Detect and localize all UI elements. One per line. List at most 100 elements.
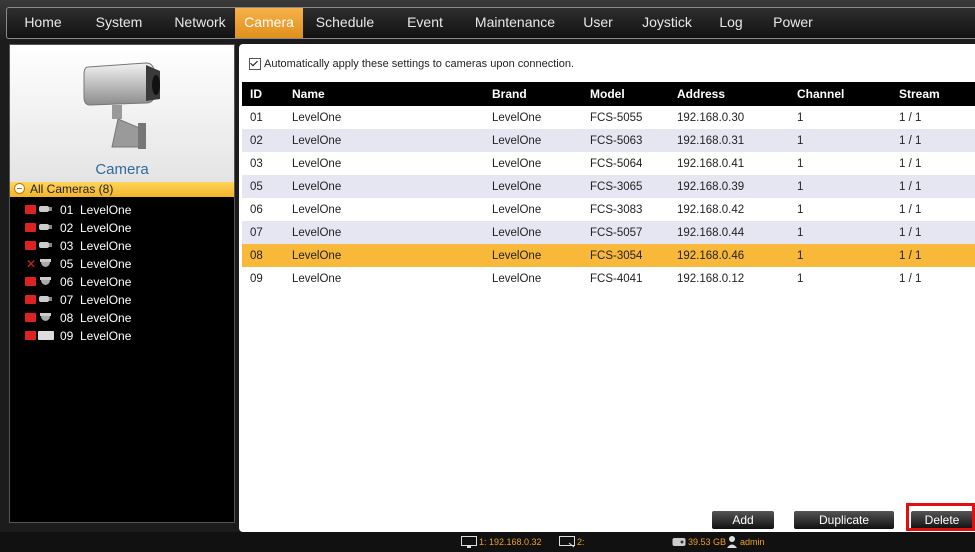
camera-id: 07 — [60, 293, 74, 307]
column-header-brand[interactable]: Brand — [484, 82, 582, 106]
menu-log[interactable]: Log — [711, 8, 751, 38]
collapse-icon[interactable] — [14, 183, 25, 194]
camera-tree-item[interactable]: 06 LevelOne — [10, 273, 234, 291]
camera-list: 01 LevelOne 02 LevelOne 03 LevelOne ✕ 05… — [10, 201, 234, 345]
camera-tree-item[interactable]: ✕ 05 LevelOne — [10, 255, 234, 273]
cell-stream: 1 / 1 — [891, 106, 975, 129]
cell-address: 192.168.0.39 — [669, 175, 789, 198]
camera-id: 08 — [60, 311, 74, 325]
disconnected-icon: ✕ — [26, 257, 37, 271]
column-header-model[interactable]: Model — [582, 82, 669, 106]
cell-address: 192.168.0.12 — [669, 267, 789, 290]
status-bar: 1: 192.168.0.32 2: 39.53 GB admin — [0, 532, 975, 552]
camera-name: LevelOne — [80, 293, 132, 307]
menu-joystick[interactable]: Joystick — [635, 8, 699, 38]
column-header-id[interactable]: ID — [242, 82, 284, 106]
cell-name: LevelOne — [284, 221, 484, 244]
table-row[interactable]: 06 LevelOne LevelOne FCS-3083 192.168.0.… — [242, 198, 975, 221]
monitor-icon — [461, 536, 477, 548]
table-row[interactable]: 03 LevelOne LevelOne FCS-5064 192.168.0.… — [242, 152, 975, 175]
cell-stream: 1 / 1 — [891, 152, 975, 175]
rec-icon — [25, 241, 36, 250]
camera-tree-item[interactable]: 03 LevelOne — [10, 237, 234, 255]
table-row[interactable]: 02 LevelOne LevelOne FCS-5063 192.168.0.… — [242, 129, 975, 152]
camera-id: 09 — [60, 329, 74, 343]
table-row-selected[interactable]: 08 LevelOne LevelOne FCS-3054 192.168.0.… — [242, 244, 975, 267]
cell-id: 01 — [242, 106, 284, 129]
rec-icon — [25, 295, 36, 304]
camera-tree-item[interactable]: 07 LevelOne — [10, 291, 234, 309]
rec-icon — [25, 223, 36, 232]
cell-name: LevelOne — [284, 267, 484, 290]
camera-tree-item[interactable]: 08 LevelOne — [10, 309, 234, 327]
cell-model: FCS-5057 — [582, 221, 669, 244]
cell-stream: 1 / 1 — [891, 244, 975, 267]
column-header-stream[interactable]: Stream — [891, 82, 975, 106]
menu-network[interactable]: Network — [165, 8, 235, 38]
menu-maintenance[interactable]: Maintenance — [465, 8, 565, 38]
column-header-channel[interactable]: Channel — [789, 82, 891, 106]
cell-model: FCS-5063 — [582, 129, 669, 152]
menu-schedule[interactable]: Schedule — [307, 8, 383, 38]
cell-model: FCS-5064 — [582, 152, 669, 175]
camera-name: LevelOne — [80, 329, 132, 343]
table-row[interactable]: 07 LevelOne LevelOne FCS-5057 192.168.0.… — [242, 221, 975, 244]
cell-channel: 1 — [789, 267, 891, 290]
column-header-address[interactable]: Address — [669, 82, 789, 106]
rec-icon — [25, 205, 36, 214]
top-menu-bar: Home System Network Camera Schedule Even… — [0, 0, 975, 40]
cell-model: FCS-4041 — [582, 267, 669, 290]
add-button[interactable]: Add — [712, 511, 774, 529]
cell-brand: LevelOne — [484, 106, 582, 129]
camera-section-header: Camera — [10, 45, 234, 182]
camera-tree-item[interactable]: 01 LevelOne — [10, 201, 234, 219]
cell-address: 192.168.0.31 — [669, 129, 789, 152]
duplicate-button[interactable]: Duplicate — [794, 511, 894, 529]
table-row[interactable]: 05 LevelOne LevelOne FCS-3065 192.168.0.… — [242, 175, 975, 198]
cell-name: LevelOne — [284, 152, 484, 175]
cell-name: LevelOne — [284, 198, 484, 221]
cell-brand: LevelOne — [484, 175, 582, 198]
user-icon — [727, 536, 737, 548]
camera-tree-item[interactable]: 02 LevelOne — [10, 219, 234, 237]
cell-brand: LevelOne — [484, 198, 582, 221]
menu-event[interactable]: Event — [399, 8, 451, 38]
column-header-name[interactable]: Name — [284, 82, 484, 106]
cell-address: 192.168.0.42 — [669, 198, 789, 221]
cell-stream: 1 / 1 — [891, 267, 975, 290]
current-user: admin — [740, 537, 765, 547]
dome-camera-icon — [40, 277, 51, 285]
menu-home[interactable]: Home — [13, 8, 73, 38]
all-cameras-group[interactable]: All Cameras (8) — [10, 182, 234, 197]
camera-name: LevelOne — [80, 221, 132, 235]
cell-id: 05 — [242, 175, 284, 198]
bullet-camera-icon — [39, 296, 52, 302]
monitor-2-icon — [559, 536, 575, 548]
camera-tree-item[interactable]: 09 LevelOne — [10, 327, 234, 345]
cell-stream: 1 / 1 — [891, 175, 975, 198]
auto-apply-label: Automatically apply these settings to ca… — [264, 58, 575, 70]
cell-name: LevelOne — [284, 129, 484, 152]
table-header-row: ID Name Brand Model Address Channel Stre… — [242, 82, 975, 106]
dome-camera-icon — [40, 313, 51, 321]
all-cameras-label: All Cameras (8) — [30, 182, 114, 196]
rec-icon — [25, 331, 36, 340]
menu-camera[interactable]: Camera — [235, 8, 303, 38]
cell-name: LevelOne — [284, 175, 484, 198]
cell-channel: 1 — [789, 106, 891, 129]
auto-apply-checkbox[interactable] — [249, 58, 261, 70]
rec-icon — [25, 313, 36, 322]
camera-name: LevelOne — [80, 239, 132, 253]
cell-id: 08 — [242, 244, 284, 267]
bullet-camera-icon — [39, 206, 52, 212]
cell-channel: 1 — [789, 175, 891, 198]
table-row[interactable]: 09 LevelOne LevelOne FCS-4041 192.168.0.… — [242, 267, 975, 290]
menu-system[interactable]: System — [87, 8, 151, 38]
table-row[interactable]: 01 LevelOne LevelOne FCS-5055 192.168.0.… — [242, 106, 975, 129]
menu-frame: Home System Network Camera Schedule Even… — [6, 7, 975, 39]
dome-camera-icon — [40, 259, 51, 267]
cell-model: FCS-3083 — [582, 198, 669, 221]
menu-power[interactable]: Power — [765, 8, 821, 38]
auto-apply-option[interactable]: Automatically apply these settings to ca… — [249, 58, 574, 70]
menu-user[interactable]: User — [575, 8, 621, 38]
